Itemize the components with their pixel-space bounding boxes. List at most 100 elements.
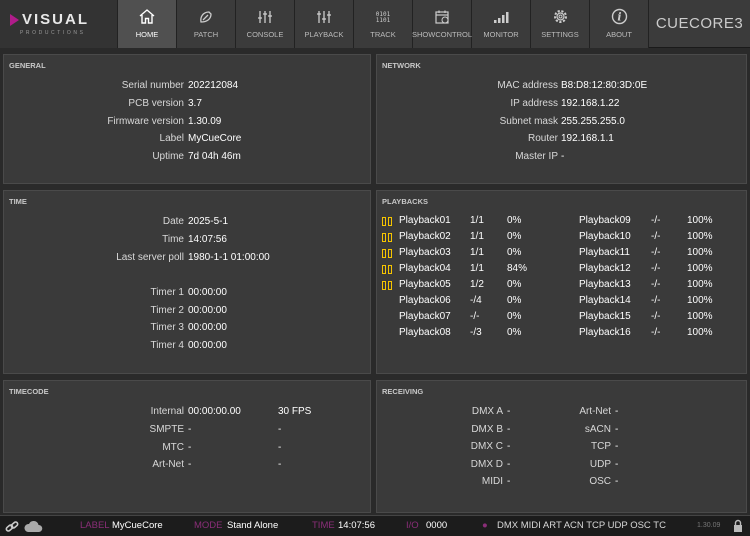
timecode-row: SMPTE - - [4, 423, 372, 437]
binary-icon: 0101 1101 [376, 12, 390, 24]
playback-level: 100% [687, 231, 713, 242]
playback-row[interactable]: Playback04 1/1 84% [377, 262, 562, 276]
nav-about-button[interactable]: i ABOUT [590, 0, 649, 48]
playback-level: 0% [507, 231, 522, 242]
receiving-value: - [507, 423, 511, 435]
playback-row[interactable]: Playback06 -/4 0% [377, 294, 562, 308]
label-label: Label [159, 133, 184, 144]
timer-row: Timer 4 00:00:00 [4, 339, 372, 353]
timer-3-value: 00:00:00 [188, 322, 227, 333]
nav-showcontrol-button[interactable]: SHOWCONTROL [412, 0, 472, 48]
receiving-label: DMX D [470, 458, 503, 470]
nav-settings-button[interactable]: SETTINGS [531, 0, 590, 48]
serial-number-value: 202212084 [188, 80, 239, 91]
status-protocol-dot: ● [482, 520, 488, 531]
status-version: 1.30.09 [697, 522, 721, 529]
receiving-value: - [507, 406, 511, 417]
playback-cue: -/- [651, 247, 661, 258]
playbacks-title: PLAYBACKS [382, 197, 428, 206]
playback-cue: -/- [651, 231, 661, 242]
playback-name: Playback11 [579, 247, 630, 258]
playback-cue: -/- [651, 279, 661, 290]
receiving-row: OSC - [557, 475, 697, 489]
playback-level: 0% [507, 295, 522, 306]
nav-console-button[interactable]: CONSOLE [236, 0, 295, 48]
timecode-title: TIMECODE [9, 387, 49, 396]
nav-playback-button[interactable]: PLAYBACK [295, 0, 354, 48]
receiving-label: DMX B [471, 423, 503, 435]
receiving-value: - [615, 441, 619, 452]
playback-row[interactable]: Playback14 -/- 100% [567, 294, 742, 308]
nav-patch-button[interactable]: PATCH [177, 0, 236, 48]
status-mode-tag: MODE [194, 520, 223, 531]
playback-row[interactable]: Playback07 -/- 0% [377, 310, 562, 324]
lock-icon[interactable] [733, 519, 743, 533]
receiving-value: - [615, 476, 619, 487]
pcb-version-label: PCB version [128, 98, 184, 109]
nav-home-label: HOME [135, 30, 159, 39]
playbacks-panel: PLAYBACKS Playback01 1/1 0% Playback02 1/1 0%… [376, 190, 747, 374]
playback-row[interactable]: Playback09 -/- 100% [567, 214, 742, 228]
playback-row[interactable]: Playback02 1/1 0% [377, 230, 562, 244]
cloud-icon[interactable] [23, 520, 43, 533]
router-value: 192.168.1.1 [561, 133, 614, 144]
mtc-value: - [188, 442, 192, 453]
receiving-row: MIDI - [377, 475, 557, 489]
playback-row[interactable]: Playback16 -/- 100% [567, 326, 742, 340]
playback-level: 100% [687, 311, 713, 322]
mtc-extra: - [278, 442, 282, 453]
link-icon[interactable] [5, 520, 19, 533]
playback-row[interactable]: Playback08 -/3 0% [377, 326, 562, 340]
receiving-label: UDP [589, 458, 611, 470]
date-label: Date [162, 216, 184, 227]
receiving-value: - [507, 458, 511, 470]
playback-faders-icon [317, 11, 331, 23]
top-navigation-bar: VISUAL PRODUCTIONS HOME PATCH CONSOLE PL… [0, 0, 750, 48]
device-name: CUECORE3 [655, 15, 744, 32]
playback-name: Playback03 [399, 247, 451, 258]
status-io-tag: I/O [406, 520, 419, 531]
playback-name: Playback13 [579, 279, 631, 290]
playback-row[interactable]: Playback13 -/- 100% [567, 278, 742, 292]
svg-text:i: i [617, 11, 621, 24]
timer-2-label: Timer 2 [150, 305, 184, 316]
receiving-row: TCP - [557, 440, 697, 454]
brand-subtitle: PRODUCTIONS [20, 30, 86, 36]
nav-home-button[interactable]: HOME [118, 0, 177, 48]
home-icon [139, 9, 155, 24]
gear-icon [553, 10, 567, 23]
playback-name: Playback06 [399, 295, 451, 306]
status-time-value: 14:07:56 [338, 520, 375, 531]
smpte-value: - [188, 424, 192, 435]
receiving-label: DMX A [471, 406, 503, 417]
playback-row[interactable]: Playback12 -/- 100% [567, 262, 742, 276]
general-row: Uptime 7d 04h 46m [4, 150, 372, 164]
playback-name: Playback16 [579, 327, 631, 338]
timer-4-label: Timer 4 [150, 340, 184, 351]
playback-row[interactable]: Playback01 1/1 0% [377, 214, 562, 228]
playback-row[interactable]: Playback03 1/1 0% [377, 246, 562, 260]
mtc-label: MTC [162, 442, 184, 453]
uptime-label: Uptime [152, 151, 184, 162]
pcb-version-value: 3.7 [188, 98, 202, 109]
nav-monitor-button[interactable]: MONITOR [472, 0, 531, 48]
playback-cue: -/- [651, 215, 661, 226]
brand-name: VISUAL [22, 11, 90, 28]
logo-mark-icon [10, 14, 19, 26]
playback-cue: -/- [651, 327, 661, 338]
playback-row[interactable]: Playback15 -/- 100% [567, 310, 742, 324]
playback-name: Playback14 [579, 295, 631, 306]
network-title: NETWORK [382, 61, 421, 70]
playback-level: 100% [687, 215, 713, 226]
network-row: IP address 192.168.1.22 [377, 97, 748, 111]
subnet-mask-value: 255.255.255.0 [561, 116, 625, 127]
general-title: GENERAL [9, 61, 46, 70]
receiving-value: - [615, 406, 619, 417]
nav-track-button[interactable]: 0101 1101 TRACK [354, 0, 413, 48]
playback-row[interactable]: Playback05 1/2 0% [377, 278, 562, 292]
general-row: PCB version 3.7 [4, 97, 372, 111]
receiving-value: - [507, 441, 511, 452]
playback-row[interactable]: Playback11 -/- 100% [567, 246, 742, 260]
playback-row[interactable]: Playback10 -/- 100% [567, 230, 742, 244]
status-label-value: MyCueCore [112, 520, 163, 531]
